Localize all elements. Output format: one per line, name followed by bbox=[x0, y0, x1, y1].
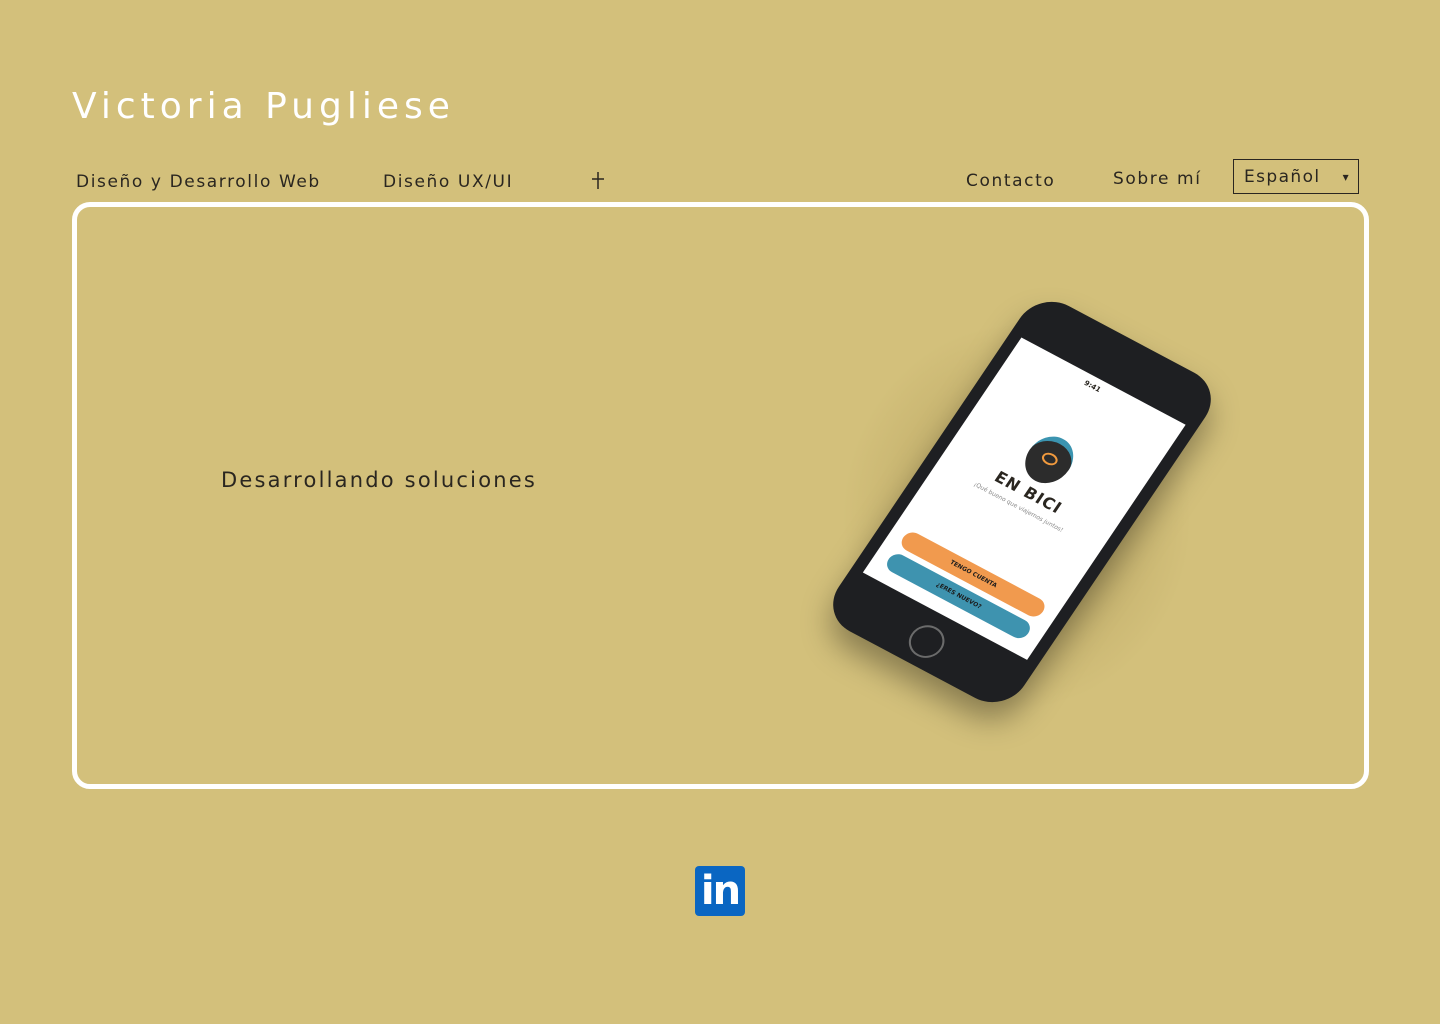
hero-frame: Desarrollando soluciones 9:41 EN BICI ¡Q… bbox=[72, 202, 1369, 789]
linkedin-icon[interactable]: in bbox=[695, 866, 745, 916]
bike-wheel-icon bbox=[1039, 450, 1061, 468]
language-select-value: Español bbox=[1244, 166, 1321, 187]
nav-item-sobre-mi[interactable]: Sobre mí bbox=[1113, 168, 1202, 190]
phone-status-time: 9:41 bbox=[1082, 379, 1103, 394]
chevron-down-icon: ▾ bbox=[1342, 169, 1350, 184]
nav-item-contacto[interactable]: Contacto bbox=[966, 170, 1055, 192]
nav-item-web-design[interactable]: Diseño y Desarrollo Web bbox=[76, 171, 321, 193]
phone-home-button bbox=[902, 619, 952, 664]
site-title[interactable]: Victoria Pugliese bbox=[72, 84, 455, 130]
language-select[interactable]: Español ▾ bbox=[1233, 159, 1359, 194]
nav-item-ux-ui[interactable]: Diseño UX/UI bbox=[383, 171, 513, 193]
phone-mockup-image: 9:41 EN BICI ¡Qué bueno que viajemos jun… bbox=[767, 267, 1247, 747]
hero-tagline: Desarrollando soluciones bbox=[221, 468, 538, 492]
plus-icon[interactable] bbox=[590, 170, 606, 190]
